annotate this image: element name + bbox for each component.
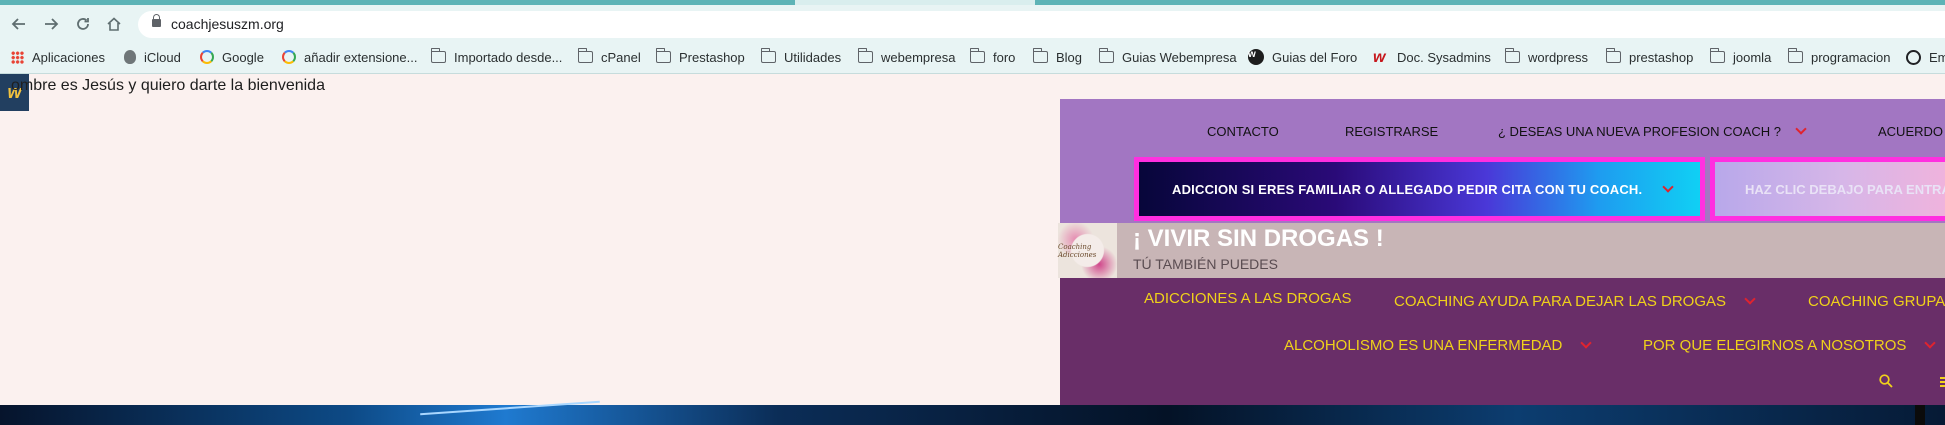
cta-haz-clic-button[interactable]: HAZ CLIC DEBAJO PARA ENTRA [1710,157,1945,221]
top-bar: CONTACTO REGISTRARSE ¿ DESEAS UNA NUEVA … [1060,99,1945,223]
apple-icon [124,50,136,64]
search-icon[interactable] [1879,374,1893,388]
google-icon [282,50,296,64]
home-button[interactable] [103,13,125,35]
url-text[interactable]: coachjesuszm.org [171,16,284,32]
bookmark-joomla[interactable]: joomla [1709,48,1771,66]
brand-bar: Coaching Adicciones ¡ VIVIR SIN DROGAS !… [1058,223,1945,278]
menu-alcoholismo[interactable]: ALCOHOLISMO ES UNA ENFERMEDAD [1284,337,1593,354]
webempresa-red-icon: w [1373,49,1386,66]
bookmark-prestashop[interactable]: Prestashop [655,48,745,66]
folder-icon [430,48,446,63]
back-button[interactable] [8,13,30,35]
bookmark-icloud[interactable]: iCloud [124,48,181,66]
folder-icon [760,48,776,63]
folder-icon [1098,48,1114,63]
apps-grid-icon [11,50,24,64]
nav-contacto[interactable]: CONTACTO [1207,120,1279,142]
reload-icon [77,18,89,30]
folder-icon [1504,48,1520,63]
address-bar[interactable]: coachjesuszm.org [138,11,1945,38]
nav-acuerdo[interactable]: ACUERDO [1878,120,1943,142]
toolbar: coachjesuszm.org [0,5,1945,41]
bookmark-foro[interactable]: foro [969,48,1015,66]
globe-icon [1906,49,1921,65]
welcome-text: ombre es Jesús y quiero darte la bienven… [11,77,325,94]
folder-icon [857,48,873,63]
chevron-down-icon [1744,293,1756,305]
menu-adicciones[interactable]: ADICCIONES A LAS DROGAS [1144,290,1352,307]
folder-icon [1787,48,1803,63]
menu-por-que-elegirnos[interactable]: POR QUE ELEGIRNOS A NOSOTROS [1643,337,1937,354]
webempresa-icon: w [1248,49,1264,65]
chevron-down-icon [1580,337,1593,349]
chevron-down-icon [1924,337,1937,349]
page-content: w ombre es Jesús y quiero darte la bienv… [0,74,1945,405]
chevron-down-icon [1795,122,1807,135]
arrow-right-icon [45,18,59,30]
bookmark-cpanel[interactable]: cPanel [577,48,641,66]
forward-button[interactable] [40,13,62,35]
folder-icon [655,48,671,63]
menu-coaching-grupal[interactable]: COACHING GRUPAL [1808,293,1945,310]
main-menu: ADICCIONES A LAS DROGAS COACHING AYUDA P… [1060,278,1945,405]
reload-button[interactable] [72,13,94,35]
bookmark-programacion[interactable]: programacion [1787,48,1891,66]
folder-icon [1032,48,1048,63]
folder-icon [969,48,985,63]
bookmark-webempresa[interactable]: webempresa [857,48,955,66]
site-title[interactable]: ¡ VIVIR SIN DROGAS ! [1133,225,1384,253]
hero-decoration [1915,405,1925,425]
arrow-left-icon [11,18,25,30]
cta-adiccion-button[interactable]: ADICCION SI ERES FAMILIAR O ALLEGADO PED… [1134,157,1705,221]
bookmark-wordpress[interactable]: wordpress [1504,48,1588,66]
bookmark-em[interactable]: Em [1906,48,1945,66]
folder-icon [577,48,593,63]
lock-icon [152,14,161,27]
folder-icon [1709,48,1725,63]
bookmark-doc-sysadmins[interactable]: w Doc. Sysadmins [1373,48,1491,66]
bookmark-guias-webempresa[interactable]: Guias Webempresa [1098,48,1237,66]
bookmark-blog[interactable]: Blog [1032,48,1082,66]
bookmark-anadir-extensiones[interactable]: añadir extensione... [282,48,417,66]
site-tagline: TÚ TAMBIÉN PUEDES [1133,256,1278,272]
bookmark-google[interactable]: Google [200,48,264,66]
chevron-down-icon [1662,180,1675,193]
site-header: CONTACTO REGISTRARSE ¿ DESEAS UNA NUEVA … [1058,99,1945,405]
bookmark-prestashop-folder[interactable]: prestashop [1605,48,1693,66]
home-icon [107,17,121,31]
hamburger-menu-icon[interactable] [1940,377,1945,387]
bookmark-importado[interactable]: Importado desde... [430,48,562,66]
bookmark-aplicaciones[interactable]: Aplicaciones [11,48,105,66]
hero-banner [0,405,1945,425]
bookmark-guias-foro[interactable]: w Guias del Foro [1248,48,1357,66]
folder-icon [1605,48,1621,63]
menu-coaching-ayuda[interactable]: COACHING AYUDA PARA DEJAR LAS DROGAS [1394,293,1756,310]
bookmarks-bar: Aplicaciones iCloud Google añadir extens… [0,41,1945,74]
google-icon [200,50,214,64]
site-logo[interactable]: Coaching Adicciones [1058,223,1117,278]
nav-registrarse[interactable]: REGISTRARSE [1345,120,1438,142]
bookmark-utilidades[interactable]: Utilidades [760,48,841,66]
nav-profesion-coach[interactable]: ¿ DESEAS UNA NUEVA PROFESION COACH ? [1498,120,1807,142]
